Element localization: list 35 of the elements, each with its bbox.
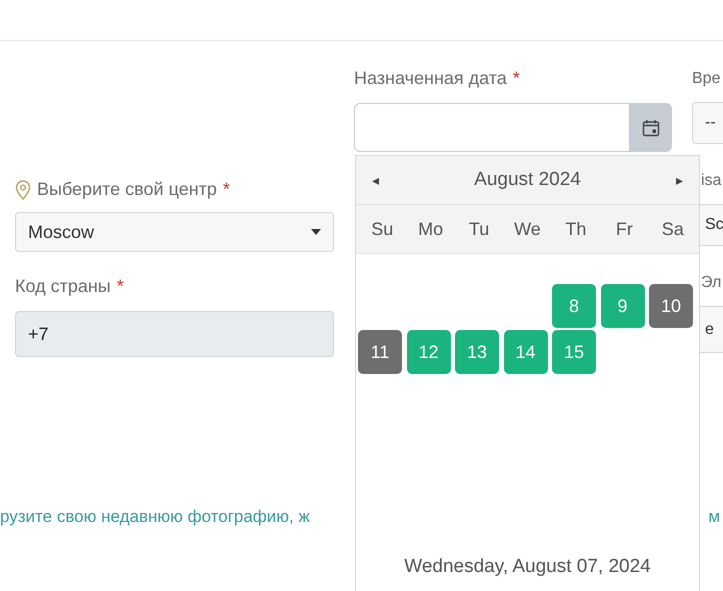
calendar-day[interactable]: 10	[649, 284, 693, 328]
weekday-label: Su	[370, 218, 394, 240]
date-field[interactable]	[354, 103, 630, 152]
previous-month-button[interactable]: ◂	[372, 172, 379, 188]
country-code-field[interactable]: +7	[15, 311, 334, 357]
weekday-label: Th	[564, 218, 588, 240]
calendar-day[interactable]: 12	[406, 330, 450, 374]
field-label: Выберите свой центр *	[37, 179, 230, 200]
weekday-label: Fr	[614, 218, 634, 240]
center-select[interactable]: Moscow	[15, 212, 334, 252]
calendar-day[interactable]: 14	[504, 330, 548, 374]
calendar-day[interactable]: 15	[552, 330, 596, 374]
location-pin-icon	[15, 180, 31, 200]
field-label: Вре	[692, 70, 720, 88]
calendar-day[interactable]: 8	[552, 284, 596, 328]
month-title: August 2024	[474, 169, 581, 191]
weekday-label: Mo	[417, 218, 444, 240]
photo-instruction: м	[708, 507, 721, 527]
field-label: Эл	[700, 274, 722, 292]
calendar-day[interactable]: 9	[600, 284, 644, 328]
calendar-icon	[642, 118, 660, 136]
calendar-button[interactable]	[630, 103, 672, 152]
calendar-day[interactable]: 13	[455, 330, 499, 374]
calendar-day[interactable]: 11	[358, 330, 402, 374]
field-label: isa	[700, 172, 722, 190]
selected-date-text: Wednesday, August 07, 2024	[403, 556, 652, 578]
weekday-label: Tu	[468, 218, 490, 240]
time-field[interactable]: --	[692, 102, 723, 144]
field-label: Код страны *	[15, 276, 124, 297]
weekday-label: Sa	[660, 218, 685, 240]
weekday-label: We	[513, 218, 542, 240]
next-month-button[interactable]: ▸	[676, 172, 683, 188]
field-label: Назначенная дата *	[354, 68, 520, 89]
photo-instruction: рузите свою недавнюю фотографию, ж	[0, 507, 310, 527]
caret-icon	[311, 229, 321, 235]
